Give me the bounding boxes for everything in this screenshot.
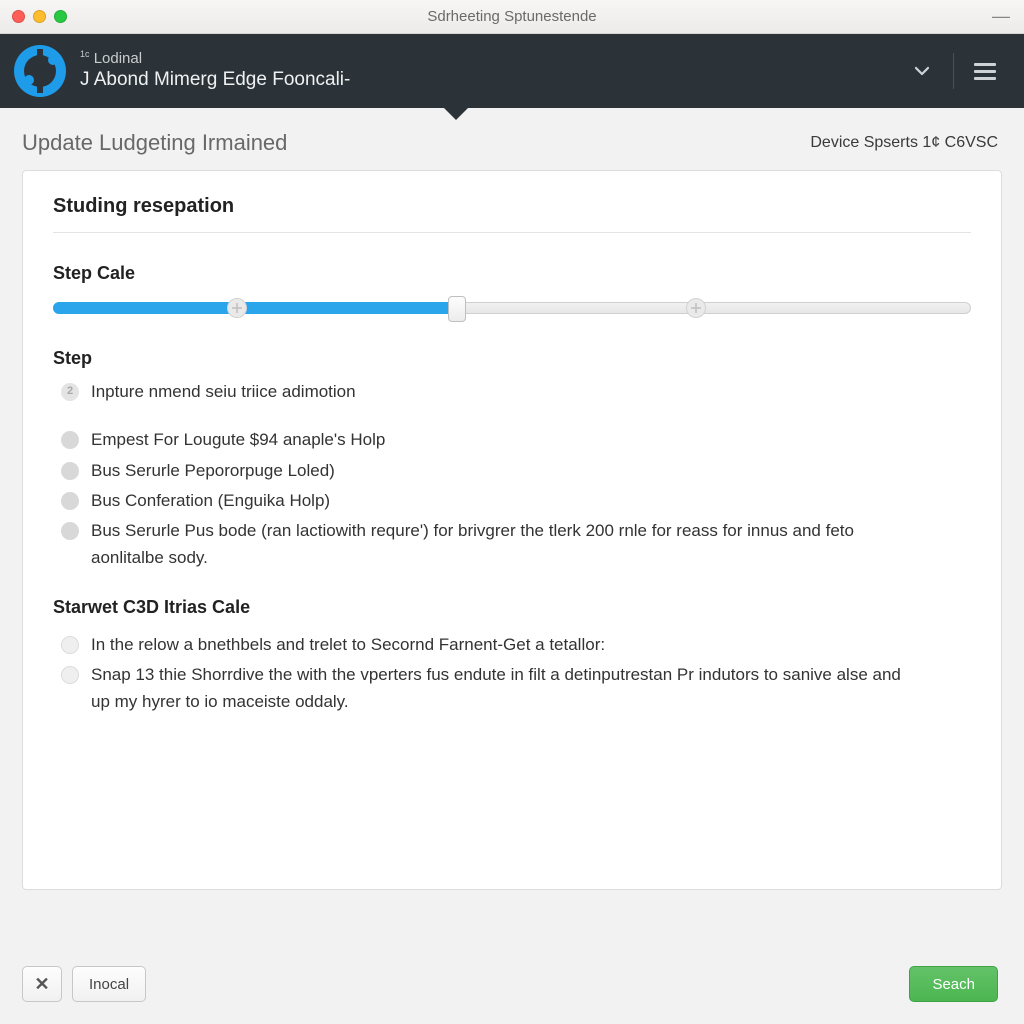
slider-tick-mark (686, 298, 706, 318)
page-title: Update Ludgeting Irmained (22, 130, 287, 156)
info-bullet-icon (61, 666, 79, 684)
step-slider[interactable] (53, 294, 971, 320)
window-titlebar: Sdrheeting Sptunestende — (0, 0, 1024, 34)
step-list: 2Inpture nmend seiu triice adimotion Emp… (53, 379, 971, 571)
subheader: Update Ludgeting Irmained Device Spserts… (0, 108, 1024, 170)
step-heading: Step (53, 348, 971, 369)
header-menu-button[interactable] (960, 51, 1010, 91)
card-title: Studing resepation (53, 195, 971, 233)
list-item: In the relow a bnethbels and trelet to S… (61, 632, 971, 658)
list-item: Bus Serurle Pus bode (ran lactiowith req… (61, 518, 971, 571)
window-minimize-dash-icon[interactable]: — (992, 6, 1010, 27)
list-item: Bus Conferation (Enguika Holp) (61, 488, 971, 514)
window-title: Sdrheeting Sptunestende (0, 8, 1024, 25)
slider-label: Step Cale (53, 263, 971, 284)
bullet-icon (61, 462, 79, 480)
close-icon: ✕ (34, 974, 49, 995)
info-bullet-icon (61, 636, 79, 654)
header-line-1: 1c Lodinal (80, 49, 350, 69)
minimize-window-button[interactable] (33, 10, 46, 23)
header-pointer-notch-icon (444, 108, 468, 120)
step-number-badge: 2 (61, 383, 79, 401)
section-2-heading: Starwet C3D Itrias Cale (53, 597, 971, 618)
hamburger-icon (974, 63, 996, 80)
cancel-button[interactable]: Inocal (72, 966, 146, 1002)
slider-fill (53, 302, 457, 314)
header-dropdown-button[interactable] (897, 51, 947, 91)
close-window-button[interactable] (12, 10, 25, 23)
traffic-lights (12, 10, 67, 23)
device-status: Device Spserts 1¢ C6VSC (810, 134, 998, 152)
app-header: 1c Lodinal J Abond Mimerg Edge Fooncali- (0, 34, 1024, 108)
header-line-2: J Abond Mimerg Edge Fooncali- (80, 68, 350, 93)
close-button[interactable]: ✕ (22, 966, 62, 1002)
list-item: 2Inpture nmend seiu triice adimotion (61, 379, 971, 405)
zoom-window-button[interactable] (54, 10, 67, 23)
header-text-block: 1c Lodinal J Abond Mimerg Edge Fooncali- (80, 49, 350, 93)
search-button[interactable]: Seach (909, 966, 998, 1002)
footer: ✕ Inocal Seach (0, 948, 1024, 1024)
slider-thumb[interactable] (448, 296, 466, 322)
list-item: Empest For Lougute $94 anaple's Holp (61, 427, 971, 453)
main-card: Studing resepation Step Cale Step 2Inptu… (22, 170, 1002, 890)
list-item: Snap 13 thie Shorrdive the with the vper… (61, 662, 971, 715)
app-logo-icon (14, 45, 66, 97)
header-divider (953, 53, 954, 89)
bullet-icon (61, 492, 79, 510)
bullet-icon (61, 522, 79, 540)
notes-list: In the relow a bnethbels and trelet to S… (53, 632, 971, 715)
list-item: Bus Serurle Pepororpuge Loled) (61, 458, 971, 484)
bullet-icon (61, 431, 79, 449)
slider-tick-mark (227, 298, 247, 318)
chevron-down-icon (913, 62, 931, 80)
